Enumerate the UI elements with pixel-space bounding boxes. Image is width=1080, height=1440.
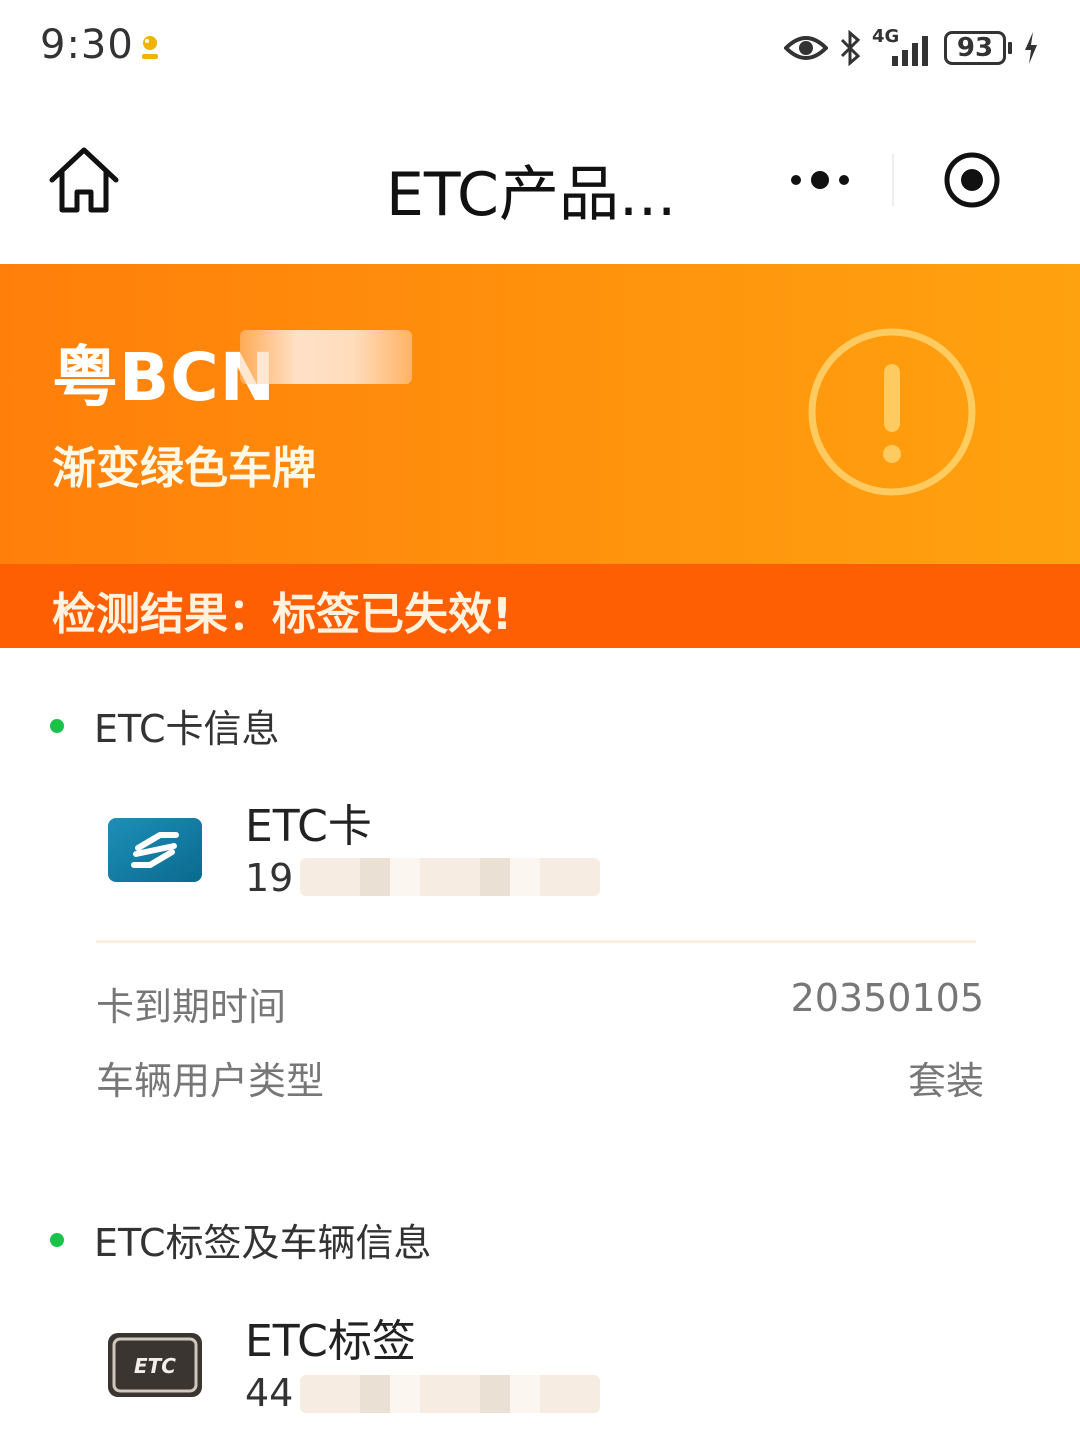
vehicle-banner: 粤BCN 渐变绿色车牌 bbox=[0, 264, 1080, 564]
user-type-value: 套装 bbox=[907, 1059, 984, 1103]
plate-type: 渐变绿色车牌 bbox=[52, 443, 316, 494]
more-dot-icon bbox=[791, 175, 801, 185]
section-header-etc-tag: ETC标签及车辆信息 bbox=[50, 1212, 432, 1267]
card-number-redaction bbox=[300, 858, 600, 896]
notification-icon bbox=[142, 36, 158, 59]
battery-level: 93 bbox=[944, 31, 1006, 65]
section-title: ETC卡信息 bbox=[94, 707, 280, 751]
etc-card-icon bbox=[108, 818, 202, 882]
eye-icon bbox=[784, 36, 828, 60]
battery-indicator: 93 bbox=[944, 31, 1012, 65]
plate-redaction bbox=[240, 330, 412, 384]
etc-card-name: ETC卡 bbox=[245, 801, 372, 852]
warning-icon bbox=[808, 328, 976, 496]
home-icon[interactable] bbox=[46, 144, 122, 216]
etc-tag-name: ETC标签 bbox=[245, 1316, 416, 1367]
capsule-divider bbox=[892, 154, 894, 206]
section-dot-icon bbox=[50, 1232, 64, 1247]
etc-card-info-card[interactable]: ETC卡 19 卡到期时间 20350105 车辆用户类型 套装 bbox=[30, 760, 1050, 1150]
network-indicator: 4G bbox=[872, 26, 934, 66]
more-dot-icon bbox=[839, 175, 849, 185]
tag-number-redaction bbox=[300, 1375, 600, 1413]
bluetooth-icon bbox=[840, 30, 861, 66]
etc-tag-icon: ETC bbox=[108, 1333, 202, 1397]
status-time: 9:30 bbox=[40, 22, 134, 68]
expiry-value: 20350105 bbox=[790, 976, 984, 1020]
etc-tag-icon-text: ETC bbox=[134, 1354, 176, 1378]
etc-tag-info-card[interactable]: ETC ETC标签 44 bbox=[30, 1275, 1050, 1440]
section-dot-icon bbox=[50, 718, 64, 733]
etc-card-number: 19 bbox=[245, 856, 294, 900]
charging-icon bbox=[1025, 32, 1037, 64]
result-bar: 检测结果：标签已失效! bbox=[0, 564, 1080, 648]
detection-result: 检测结果：标签已失效! bbox=[52, 589, 513, 640]
etc-tag-number: 44 bbox=[245, 1371, 294, 1415]
section-title: ETC标签及车辆信息 bbox=[94, 1221, 432, 1265]
status-icons: 4G 93 bbox=[784, 26, 1040, 70]
page-title: ETC产品... bbox=[386, 160, 677, 230]
more-button[interactable] bbox=[780, 156, 860, 204]
more-dot-icon bbox=[811, 171, 829, 189]
close-miniprogram-icon[interactable] bbox=[942, 150, 1002, 210]
menu-capsule bbox=[740, 130, 1040, 230]
nav-bar: ETC产品... bbox=[0, 100, 1080, 264]
battery-tip bbox=[1008, 42, 1012, 54]
user-type-label: 车辆用户类型 bbox=[96, 1059, 325, 1103]
status-bar: 9:30 4G 93 bbox=[0, 0, 1080, 100]
expiry-label: 卡到期时间 bbox=[96, 985, 287, 1029]
card-divider bbox=[96, 940, 976, 943]
section-header-etc-card: ETC卡信息 bbox=[50, 698, 280, 753]
signal-icon bbox=[892, 36, 928, 66]
